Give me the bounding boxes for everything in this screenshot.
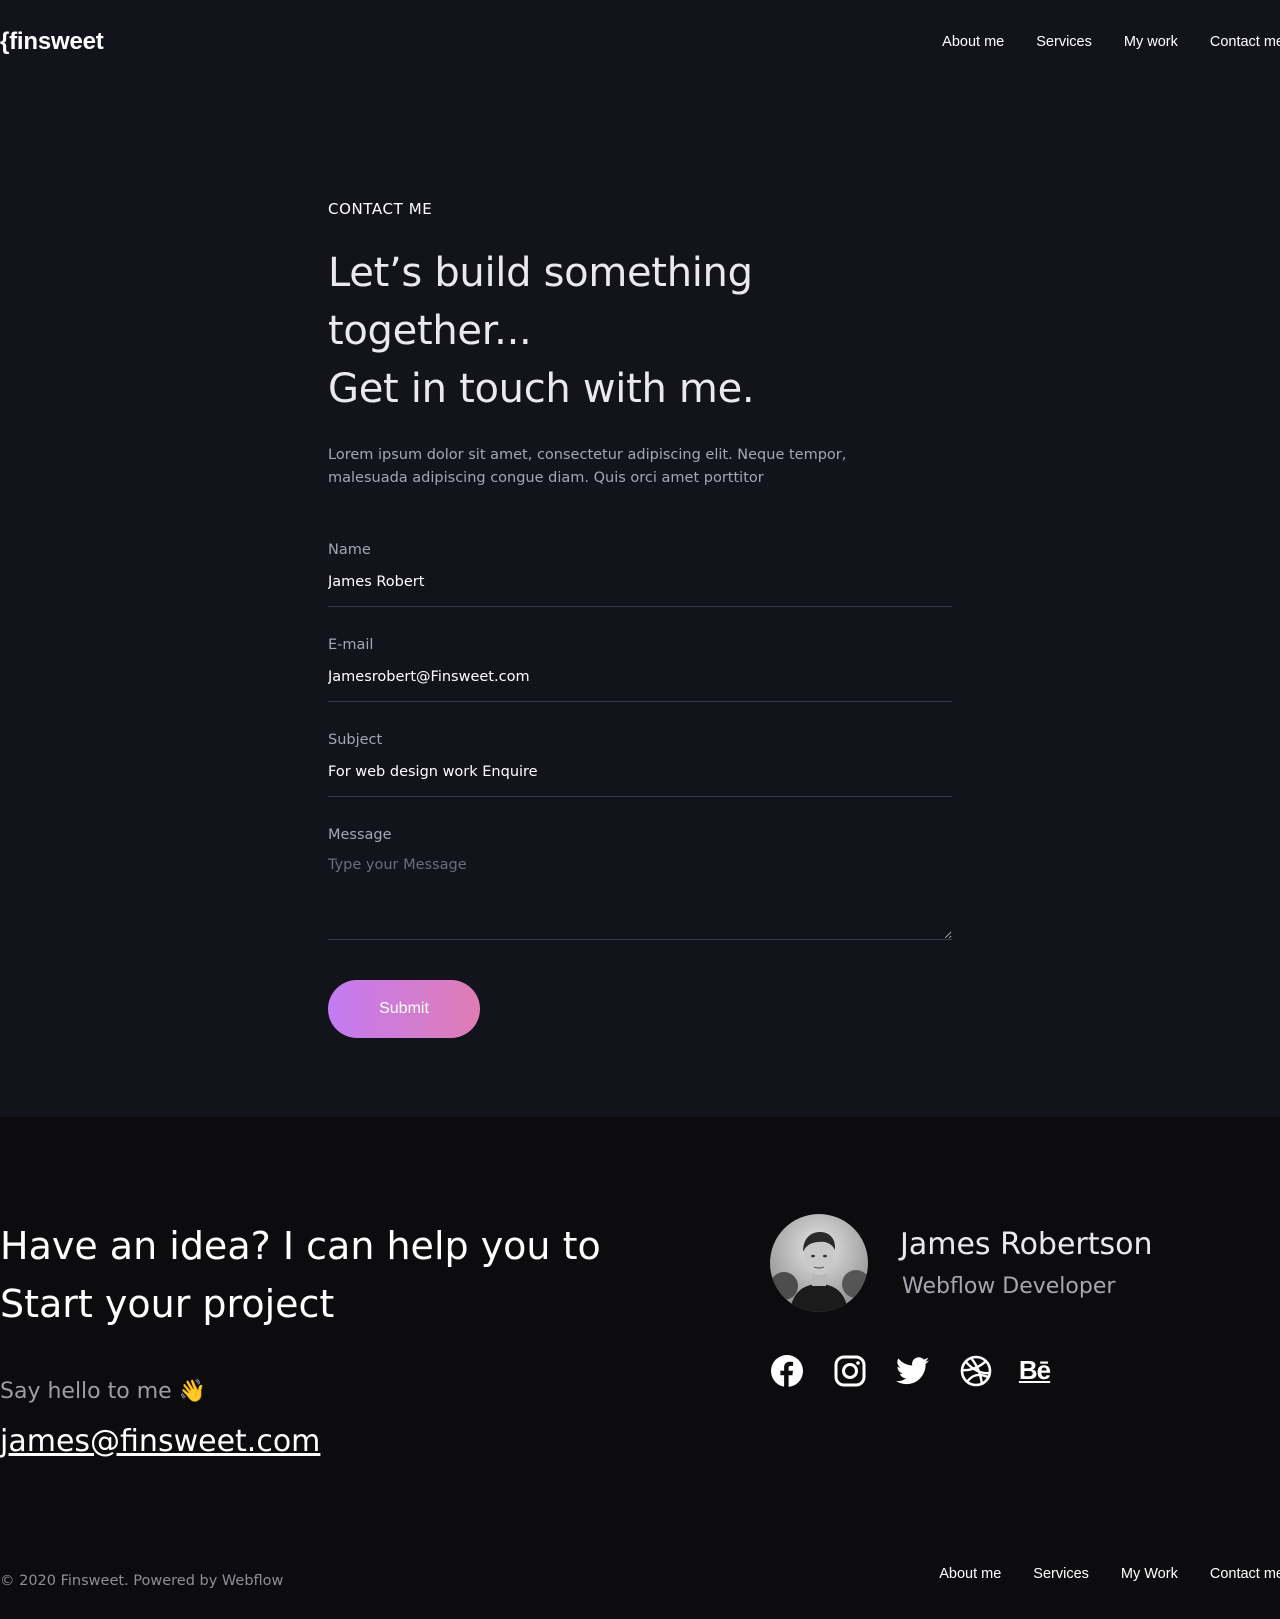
message-label: Message	[328, 827, 392, 843]
footer-nav-contact[interactable]: Contact me	[1210, 1566, 1280, 1582]
profile-text: James Robertson Webflow Developer	[900, 1227, 1153, 1299]
submit-button[interactable]: Submit	[328, 980, 480, 1038]
nav-about[interactable]: About me	[942, 34, 1004, 50]
name-label: Name	[328, 542, 371, 558]
avatar	[770, 1214, 868, 1312]
site-header: {finsweet About me Services My work Cont…	[0, 0, 1280, 84]
nav-contact[interactable]: Contact me	[1210, 34, 1280, 50]
logo[interactable]: {finsweet	[0, 28, 104, 56]
footer-cta-heading: Have an idea? I can help you to Start yo…	[0, 1217, 640, 1333]
profile-role: Webflow Developer	[902, 1274, 1116, 1299]
nav-services[interactable]: Services	[1036, 34, 1092, 50]
say-hello: Say hello to me 👋	[0, 1379, 206, 1404]
footer-nav-my-work[interactable]: My Work	[1121, 1566, 1178, 1582]
headline-line-1: Let’s build something together...	[328, 250, 753, 354]
email-field-group: E-mail	[328, 637, 952, 702]
behance-icon[interactable]: Bē	[1018, 1354, 1051, 1387]
section-eyebrow: CONTACT ME	[328, 200, 433, 218]
twitter-icon[interactable]	[896, 1354, 929, 1387]
copyright-text: © 2020 Finsweet. Powered by Webflow	[0, 1573, 284, 1589]
site-footer: Have an idea? I can help you to Start yo…	[0, 1117, 1280, 1619]
contact-section: CONTACT ME Let’s build something togethe…	[328, 200, 952, 1038]
email-label: E-mail	[328, 637, 374, 653]
email-input[interactable]	[328, 667, 952, 687]
name-input[interactable]	[328, 572, 952, 592]
wave-emoji-icon: 👋	[178, 1379, 207, 1404]
social-links: Bē	[770, 1354, 1051, 1387]
page: {finsweet About me Services My work Cont…	[0, 0, 1280, 1619]
name-field-group: Name	[328, 542, 952, 607]
footer-nav: About me Services My Work Contact me	[939, 1566, 1280, 1582]
footer-nav-services[interactable]: Services	[1033, 1566, 1089, 1582]
page-title: Let’s build something together... Get in…	[328, 244, 952, 418]
nav-my-work[interactable]: My work	[1124, 34, 1178, 50]
footer-email-link[interactable]: james@finsweet.com	[0, 1424, 320, 1459]
facebook-icon[interactable]	[770, 1354, 803, 1387]
instagram-icon[interactable]	[833, 1354, 866, 1387]
profile-name: James Robertson	[900, 1227, 1153, 1262]
cta-line-2: Start your project	[0, 1282, 335, 1326]
headline-line-2: Get in touch with me.	[328, 366, 755, 412]
footer-nav-about[interactable]: About me	[939, 1566, 1001, 1582]
message-textarea[interactable]	[328, 857, 952, 939]
say-hello-text: Say hello to me	[0, 1379, 172, 1404]
message-field-group: Message	[328, 827, 952, 940]
cta-line-1: Have an idea? I can help you to	[0, 1224, 601, 1268]
main-nav: About me Services My work Contact me	[942, 34, 1280, 50]
intro-text: Lorem ipsum dolor sit amet, consectetur …	[328, 447, 847, 486]
dribbble-icon[interactable]	[959, 1354, 992, 1387]
contact-form: Name E-mail Subject Message Submit	[328, 542, 952, 1038]
subject-label: Subject	[328, 732, 383, 748]
subject-input[interactable]	[328, 762, 952, 782]
profile-card: James Robertson Webflow Developer	[770, 1214, 1153, 1312]
avatar-photo-icon	[770, 1214, 868, 1312]
subject-field-group: Subject	[328, 732, 952, 797]
